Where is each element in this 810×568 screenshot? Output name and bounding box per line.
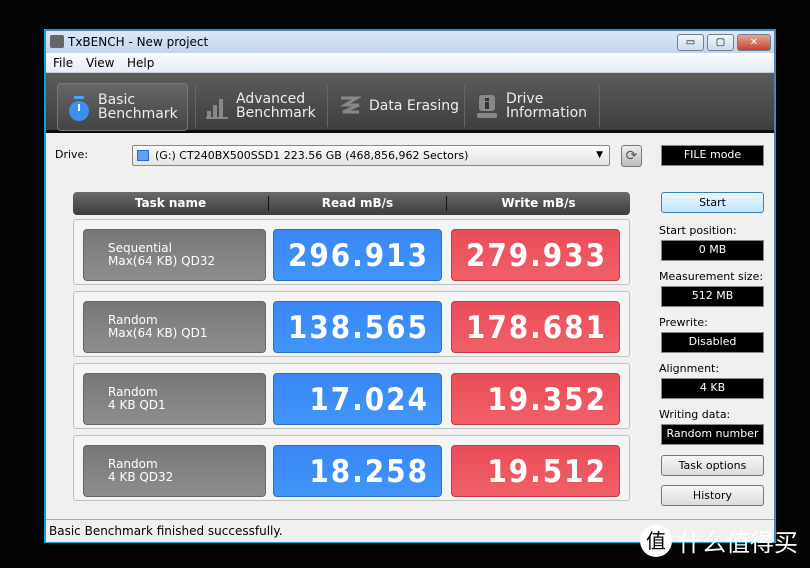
close-button[interactable]: ✕: [737, 34, 771, 51]
minimize-button[interactable]: ▭: [677, 34, 704, 51]
field-label: Alignment:: [659, 362, 720, 375]
task-name-cell: Random 4 KB QD1: [83, 373, 266, 425]
tab-label: Information: [506, 105, 588, 121]
tab-basic-benchmark[interactable]: Basic Benchmark: [57, 83, 188, 131]
tab-label: Drive: [506, 91, 544, 107]
menu-file[interactable]: File: [53, 56, 73, 70]
watermark-badge: 值: [640, 524, 672, 557]
refresh-button[interactable]: ⟳: [621, 145, 642, 167]
eraser-icon: [339, 95, 363, 119]
history-button[interactable]: History: [661, 485, 764, 506]
field-value: Disabled: [661, 332, 764, 353]
field-value: Random number: [661, 424, 764, 445]
window-title: TxBENCH - New project: [68, 35, 209, 49]
benchmark-row: Random Max(64 KB) QD1 138.565 178.681: [73, 291, 630, 357]
write-value: 19.512: [451, 445, 620, 497]
field-value: 512 MB: [661, 286, 764, 307]
tab-label: Advanced: [236, 91, 306, 107]
watermark-logo: 值 什么值得买: [640, 523, 798, 558]
benchmark-row: Random 4 KB QD1 17.024 19.352: [73, 363, 630, 429]
write-value: 279.933: [451, 229, 620, 281]
bar-chart-icon: [206, 95, 228, 119]
task-detail: Max(64 KB) QD1: [108, 326, 208, 340]
maximize-button[interactable]: ▢: [707, 34, 734, 51]
tab-drive-information[interactable]: Drive Information: [466, 83, 596, 131]
menu-help[interactable]: Help: [127, 56, 154, 70]
tab-label: Benchmark: [236, 105, 316, 121]
app-icon: [50, 35, 64, 48]
mode-display: FILE mode: [661, 145, 764, 166]
stopwatch-icon: [68, 96, 90, 121]
tab-advanced-benchmark[interactable]: Advanced Benchmark: [196, 83, 326, 131]
drive-select[interactable]: (G:) CT240BX500SSD1 223.56 GB (468,856,9…: [132, 145, 610, 166]
benchmark-row: Random 4 KB QD32 18.258 19.512: [73, 435, 630, 501]
field-label: Start position:: [659, 224, 737, 237]
drive-label: Drive:: [55, 148, 89, 161]
field-value: 0 MB: [661, 240, 764, 261]
field-label: Writing data:: [659, 408, 731, 421]
field-label: Measurement size:: [659, 270, 764, 283]
benchmark-row: Sequential Max(64 KB) QD32 296.913 279.93…: [73, 219, 630, 285]
app-window: TxBENCH - New project ▭ ▢ ✕ File View He…: [45, 30, 775, 542]
task-detail: 4 KB QD32: [108, 470, 174, 484]
watermark-text: 什么值得买: [678, 529, 798, 557]
field-label: Prewrite:: [659, 316, 708, 329]
task-name-cell: Random 4 KB QD32: [83, 445, 266, 497]
drive-value: (G:) CT240BX500SSD1 223.56 GB (468,856,9…: [155, 149, 469, 162]
task-name-cell: Random Max(64 KB) QD1: [83, 301, 266, 353]
read-value: 296.913: [273, 229, 442, 281]
tab-label: Benchmark: [98, 106, 178, 122]
menu-bar: File View Help: [46, 53, 774, 73]
read-value: 17.024: [273, 373, 442, 425]
task-detail: 4 KB QD1: [108, 398, 166, 412]
title-bar: TxBENCH - New project ▭ ▢ ✕: [46, 31, 774, 53]
task-detail: Max(64 KB) QD32: [108, 254, 216, 268]
read-value: 138.565: [273, 301, 442, 353]
tab-label: Basic: [98, 92, 136, 108]
table-header: Task name Read mB/s Write mB/s: [73, 192, 630, 215]
toolbar: Basic Benchmark Advanced Benchmark Data Er…: [46, 73, 774, 133]
header-task-name: Task name: [134, 196, 207, 210]
task-options-button[interactable]: Task options: [661, 455, 764, 476]
header-write: Write mB/s: [501, 196, 576, 210]
chevron-down-icon: ▼: [596, 150, 603, 160]
tab-label: Data Erasing: [369, 98, 460, 114]
write-value: 178.681: [451, 301, 620, 353]
write-value: 19.352: [451, 373, 620, 425]
header-read: Read mB/s: [321, 196, 394, 210]
read-value: 18.258: [273, 445, 442, 497]
drive-icon: [137, 150, 149, 161]
menu-view[interactable]: View: [86, 56, 114, 70]
field-value: 4 KB: [661, 378, 764, 399]
info-icon: [476, 95, 498, 119]
tab-data-erasing[interactable]: Data Erasing: [329, 83, 459, 131]
start-button[interactable]: Start: [661, 192, 764, 213]
task-name-cell: Sequential Max(64 KB) QD32: [83, 229, 266, 281]
